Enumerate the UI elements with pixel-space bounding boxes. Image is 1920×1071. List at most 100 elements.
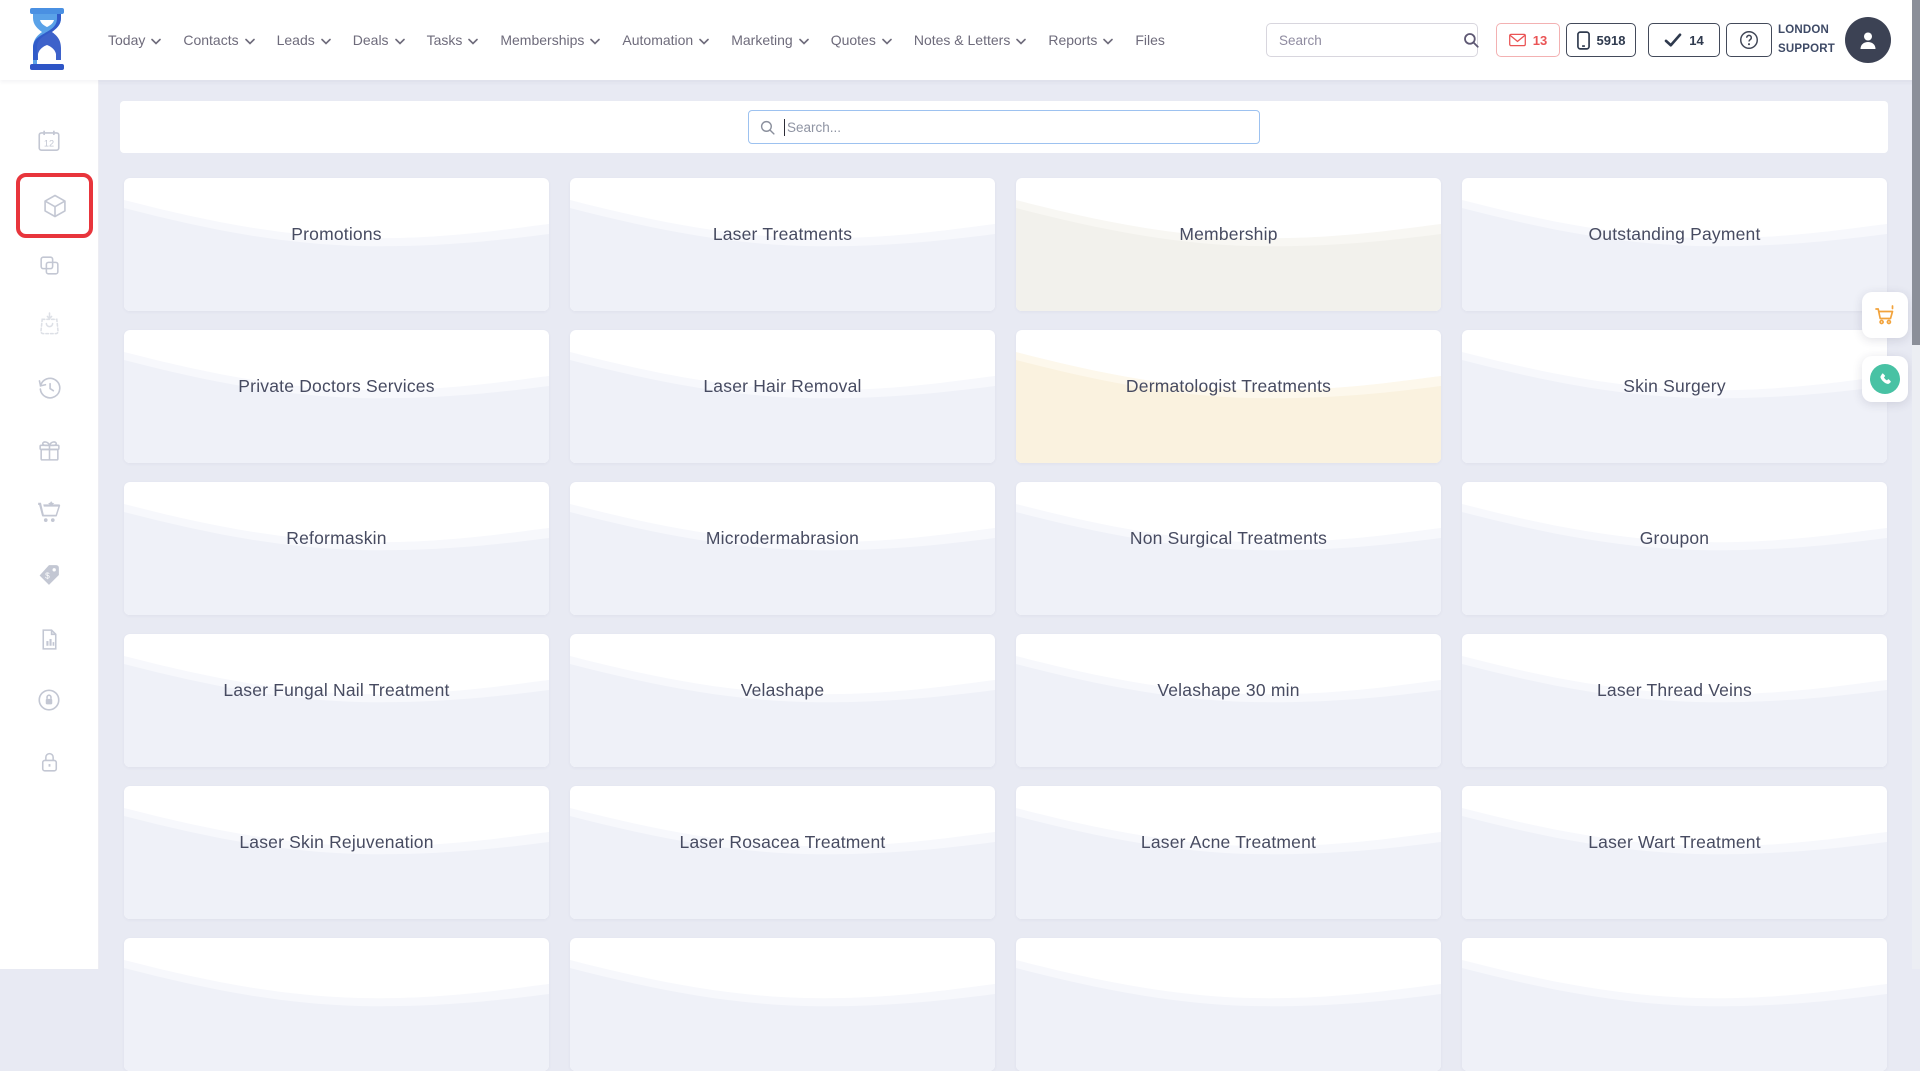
category-card-label: Reformaskin [124, 528, 549, 549]
category-card-laser-treatments[interactable]: Laser Treatments [570, 178, 995, 311]
category-card-empty[interactable] [124, 938, 549, 1071]
category-card-reformaskin[interactable]: Reformaskin [124, 482, 549, 615]
user-name: LONDON SUPPORT [1778, 21, 1840, 59]
category-card-dermatologist-treatments[interactable]: Dermatologist Treatments [1016, 330, 1441, 463]
mail-notifications-badge[interactable]: 13 [1496, 23, 1560, 57]
nav-item-quotes[interactable]: Quotes [831, 32, 892, 48]
tasks-done-badge[interactable]: 14 [1648, 23, 1720, 57]
app-logo-hourglass[interactable] [24, 8, 70, 70]
nav-item-contacts[interactable]: Contacts [183, 32, 254, 48]
chevron-down-icon [590, 38, 600, 45]
chevron-down-icon [151, 38, 161, 45]
shopping-cart-icon [36, 499, 62, 525]
sidebar-item-products-selected[interactable] [16, 173, 93, 238]
nav-item-today[interactable]: Today [108, 32, 161, 48]
category-card-label: Membership [1016, 224, 1441, 245]
nav-item-files[interactable]: Files [1135, 32, 1165, 48]
category-card-non-surgical-treatments[interactable]: Non Surgical Treatments [1016, 482, 1441, 615]
chevron-down-icon [1016, 38, 1026, 45]
card-wave-decoration [1462, 938, 1887, 1071]
nav-item-memberships[interactable]: Memberships [500, 32, 600, 48]
nav-item-notes-letters[interactable]: Notes & Letters [914, 32, 1027, 48]
cart-icon [1873, 303, 1897, 327]
category-card-label: Promotions [124, 224, 549, 245]
chevron-down-icon [321, 38, 331, 45]
main-content: Promotions Laser Treatments Membership O… [98, 80, 1920, 969]
report-document-icon [37, 627, 62, 652]
category-card-laser-rosacea-treatment[interactable]: Laser Rosacea Treatment [570, 786, 995, 919]
sidebar-item-security[interactable] [0, 748, 98, 776]
category-card-laser-acne-treatment[interactable]: Laser Acne Treatment [1016, 786, 1441, 919]
category-card-promotions[interactable]: Promotions [124, 178, 549, 311]
category-card-label: Laser Fungal Nail Treatment [124, 680, 549, 701]
category-card-label: Laser Wart Treatment [1462, 832, 1887, 853]
calendar-12-icon: 12 [36, 128, 62, 154]
category-card-private-doctors-services[interactable]: Private Doctors Services [124, 330, 549, 463]
category-card-label: Laser Treatments [570, 224, 995, 245]
category-card-skin-surgery[interactable]: Skin Surgery [1462, 330, 1887, 463]
sidebar-item-gift-vouchers[interactable] [0, 436, 98, 464]
user-avatar[interactable] [1845, 17, 1891, 63]
sidebar-item-permissions[interactable] [0, 686, 98, 714]
tasks-count: 14 [1689, 33, 1703, 48]
phone-calls-badge[interactable]: 5918 [1566, 23, 1636, 57]
sidebar-item-calendar[interactable]: 12 [0, 127, 98, 155]
category-card-laser-skin-rejuvenation[interactable]: Laser Skin Rejuvenation [124, 786, 549, 919]
category-card-membership[interactable]: Membership [1016, 178, 1441, 311]
left-sidebar: 12 [0, 80, 98, 969]
nav-item-label: Files [1135, 32, 1165, 48]
category-card-label: Private Doctors Services [124, 376, 549, 397]
category-card-label: Velashape [570, 680, 995, 701]
chevron-down-icon [799, 38, 809, 45]
chevron-down-icon [468, 38, 478, 45]
envelope-icon [1509, 33, 1526, 47]
category-card-microdermabrasion[interactable]: Microdermabrasion [570, 482, 995, 615]
category-card-groupon[interactable]: Groupon [1462, 482, 1887, 615]
category-toolbar [120, 101, 1888, 153]
category-card-outstanding-payment[interactable]: Outstanding Payment [1462, 178, 1887, 311]
floating-cart-button[interactable] [1862, 292, 1908, 338]
vertical-scrollbar-track[interactable] [1912, 0, 1920, 969]
sidebar-item-pricing[interactable]: $ [0, 560, 98, 588]
phone-circle [1870, 364, 1900, 394]
nav-item-leads[interactable]: Leads [277, 32, 331, 48]
phone-icon [1878, 372, 1893, 387]
category-card-label: Microdermabrasion [570, 528, 995, 549]
category-card-label: Skin Surgery [1462, 376, 1887, 397]
sidebar-item-history[interactable] [0, 374, 98, 402]
gift-icon [37, 438, 62, 463]
category-card-laser-hair-removal[interactable]: Laser Hair Removal [570, 330, 995, 463]
category-card-velashape[interactable]: Velashape [570, 634, 995, 767]
vertical-scrollbar-thumb[interactable] [1912, 0, 1920, 345]
nav-item-deals[interactable]: Deals [353, 32, 405, 48]
category-card-laser-fungal-nail-treatment[interactable]: Laser Fungal Nail Treatment [124, 634, 549, 767]
sidebar-item-bag-orders[interactable] [0, 309, 98, 337]
nav-item-reports[interactable]: Reports [1048, 32, 1113, 48]
category-card-laser-thread-veins[interactable]: Laser Thread Veins [1462, 634, 1887, 767]
help-button[interactable] [1726, 23, 1772, 57]
nav-item-label: Reports [1048, 32, 1097, 48]
sidebar-item-reports[interactable] [0, 625, 98, 653]
nav-item-tasks[interactable]: Tasks [427, 32, 479, 48]
category-card-empty[interactable] [1462, 938, 1887, 1071]
category-card-empty[interactable] [570, 938, 995, 1071]
nav-item-automation[interactable]: Automation [622, 32, 709, 48]
chevron-down-icon [245, 38, 255, 45]
svg-text:$: $ [45, 570, 50, 580]
sidebar-item-duplicates[interactable] [0, 251, 98, 279]
sidebar-item-cart[interactable] [0, 498, 98, 526]
category-card-empty[interactable] [1016, 938, 1441, 1071]
category-card-label: Laser Rosacea Treatment [570, 832, 995, 853]
category-search-input[interactable] [749, 111, 1259, 143]
nav-item-label: Memberships [500, 32, 584, 48]
nav-item-marketing[interactable]: Marketing [731, 32, 808, 48]
category-grid: Promotions Laser Treatments Membership O… [124, 178, 1887, 1071]
search-icon[interactable] [1462, 31, 1480, 49]
chevron-down-icon [395, 38, 405, 45]
category-card-laser-wart-treatment[interactable]: Laser Wart Treatment [1462, 786, 1887, 919]
floating-phone-button[interactable] [1862, 356, 1908, 402]
header-search-input[interactable] [1267, 24, 1462, 56]
question-circle-icon [1738, 29, 1760, 51]
category-card-velashape-30-min[interactable]: Velashape 30 min [1016, 634, 1441, 767]
top-header: Today Contacts Leads Deals Tasks Memberships A… [0, 0, 1920, 80]
